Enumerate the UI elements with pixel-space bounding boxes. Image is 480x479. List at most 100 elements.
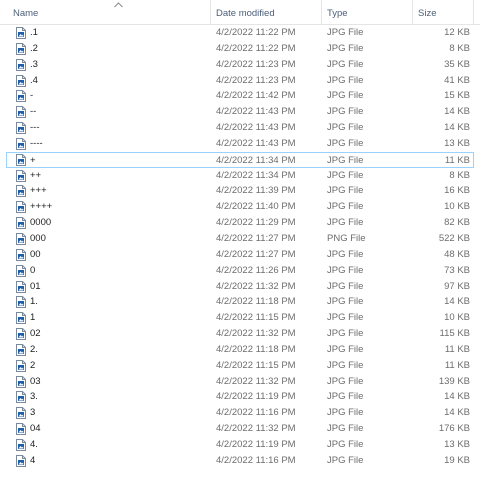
file-type: JPG File bbox=[327, 454, 364, 466]
file-type: JPG File bbox=[327, 185, 364, 197]
file-date-modified: 4/2/2022 11:19 PM bbox=[216, 438, 296, 450]
image-file-icon bbox=[16, 280, 26, 293]
file-name: .2 bbox=[30, 42, 38, 54]
file-type: JPG File bbox=[327, 42, 364, 54]
file-row[interactable]: .4 4/2/2022 11:23 PM JPG File 41 KB bbox=[0, 73, 480, 89]
column-header-name[interactable]: Name bbox=[8, 0, 210, 24]
file-row[interactable]: 4 4/2/2022 11:16 PM JPG File 19 KB bbox=[0, 453, 480, 469]
file-date-modified: 4/2/2022 11:29 PM bbox=[216, 217, 296, 229]
file-date-modified: 4/2/2022 11:40 PM bbox=[216, 201, 296, 213]
file-type: JPG File bbox=[327, 154, 364, 166]
file-row[interactable]: 0 4/2/2022 11:26 PM JPG File 73 KB bbox=[0, 263, 480, 279]
file-row[interactable]: 04 4/2/2022 11:32 PM JPG File 176 KB bbox=[0, 421, 480, 437]
file-type: JPG File bbox=[327, 27, 364, 38]
file-name: - bbox=[30, 90, 34, 102]
image-file-icon bbox=[16, 407, 26, 420]
file-size: 139 KB bbox=[438, 375, 470, 387]
file-type: JPG File bbox=[327, 217, 364, 229]
file-size: 19 KB bbox=[444, 454, 470, 466]
image-file-icon bbox=[16, 454, 26, 467]
file-size: 14 KB bbox=[444, 296, 470, 308]
file-size: 10 KB bbox=[444, 312, 470, 324]
file-type: JPG File bbox=[327, 438, 364, 450]
file-name: 0 bbox=[30, 264, 36, 276]
column-header-type[interactable]: Type bbox=[322, 0, 412, 24]
file-name: 4. bbox=[30, 438, 38, 450]
file-row[interactable]: ++++ 4/2/2022 11:40 PM JPG File 10 KB bbox=[0, 199, 480, 215]
file-date-modified: 4/2/2022 11:16 PM bbox=[216, 454, 296, 466]
file-row[interactable]: .2 4/2/2022 11:22 PM JPG File 8 KB bbox=[0, 41, 480, 57]
file-type: JPG File bbox=[327, 423, 364, 435]
file-date-modified: 4/2/2022 11:43 PM bbox=[216, 106, 296, 118]
file-name: .4 bbox=[30, 74, 38, 86]
image-file-icon bbox=[16, 423, 26, 436]
file-size: 13 KB bbox=[444, 438, 470, 450]
image-file-icon bbox=[16, 153, 26, 166]
column-header-size[interactable]: Size bbox=[413, 0, 473, 24]
image-file-icon bbox=[16, 27, 26, 39]
file-row[interactable]: - 4/2/2022 11:42 PM JPG File 15 KB bbox=[0, 88, 480, 104]
column-header-name-label: Name bbox=[13, 8, 39, 19]
image-file-icon bbox=[16, 74, 26, 87]
file-row[interactable]: 000 4/2/2022 11:27 PM PNG File 522 KB bbox=[0, 231, 480, 247]
file-name: .1 bbox=[30, 27, 38, 38]
file-size: 8 KB bbox=[449, 169, 470, 181]
file-date-modified: 4/2/2022 11:27 PM bbox=[216, 248, 296, 260]
file-type: JPG File bbox=[327, 280, 364, 292]
file-name: 01 bbox=[30, 280, 41, 292]
file-row[interactable]: 2 4/2/2022 11:15 PM JPG File 11 KB bbox=[0, 358, 480, 374]
file-row[interactable]: 3. 4/2/2022 11:19 PM JPG File 14 KB bbox=[0, 389, 480, 405]
file-size: 522 KB bbox=[438, 232, 470, 244]
file-size: 73 KB bbox=[444, 264, 470, 276]
file-row[interactable]: 4. 4/2/2022 11:19 PM JPG File 13 KB bbox=[0, 437, 480, 453]
file-row[interactable]: ---- 4/2/2022 11:43 PM JPG File 13 KB bbox=[0, 136, 480, 152]
file-row[interactable]: 0000 4/2/2022 11:29 PM JPG File 82 KB bbox=[0, 215, 480, 231]
file-name: 1 bbox=[30, 312, 36, 324]
file-size: 14 KB bbox=[444, 122, 470, 134]
file-row[interactable]: 03 4/2/2022 11:32 PM JPG File 139 KB bbox=[0, 374, 480, 390]
file-row[interactable]: 01 4/2/2022 11:32 PM JPG File 97 KB bbox=[0, 279, 480, 295]
file-row[interactable]: 00 4/2/2022 11:27 PM JPG File 48 KB bbox=[0, 247, 480, 263]
file-date-modified: 4/2/2022 11:23 PM bbox=[216, 58, 296, 70]
file-row[interactable]: 1. 4/2/2022 11:18 PM JPG File 14 KB bbox=[0, 294, 480, 310]
file-date-modified: 4/2/2022 11:34 PM bbox=[216, 154, 296, 166]
image-file-icon bbox=[16, 375, 26, 388]
column-header-date-modified[interactable]: Date modified bbox=[211, 0, 321, 24]
file-row[interactable]: +++ 4/2/2022 11:39 PM JPG File 16 KB bbox=[0, 183, 480, 199]
file-size: 11 KB bbox=[444, 343, 470, 355]
file-row[interactable]: 3 4/2/2022 11:16 PM JPG File 14 KB bbox=[0, 405, 480, 421]
file-row[interactable]: .1 4/2/2022 11:22 PM JPG File 12 KB bbox=[0, 25, 480, 41]
file-name: 03 bbox=[30, 375, 41, 387]
file-type: JPG File bbox=[327, 328, 364, 340]
image-file-icon bbox=[16, 90, 26, 103]
file-date-modified: 4/2/2022 11:19 PM bbox=[216, 391, 296, 403]
file-date-modified: 4/2/2022 11:43 PM bbox=[216, 122, 296, 134]
file-date-modified: 4/2/2022 11:32 PM bbox=[216, 375, 296, 387]
file-row[interactable]: 2. 4/2/2022 11:18 PM JPG File 11 KB bbox=[0, 342, 480, 358]
image-file-icon bbox=[16, 438, 26, 451]
file-date-modified: 4/2/2022 11:26 PM bbox=[216, 264, 296, 276]
file-type: JPG File bbox=[327, 248, 364, 260]
file-size: 11 KB bbox=[444, 154, 470, 166]
file-type: JPG File bbox=[327, 359, 364, 371]
file-row[interactable]: 1 4/2/2022 11:15 PM JPG File 10 KB bbox=[0, 310, 480, 326]
file-row[interactable]: 02 4/2/2022 11:32 PM JPG File 115 KB bbox=[0, 326, 480, 342]
column-divider[interactable] bbox=[473, 0, 474, 24]
file-row[interactable]: -- 4/2/2022 11:43 PM JPG File 14 KB bbox=[0, 104, 480, 120]
file-size: 115 KB bbox=[439, 328, 470, 340]
file-type: JPG File bbox=[327, 58, 364, 70]
image-file-icon bbox=[16, 217, 26, 230]
file-date-modified: 4/2/2022 11:42 PM bbox=[216, 90, 296, 102]
file-row[interactable]: +4/2/2022 11:34 PM JPG File 11 KB bbox=[6, 151, 474, 168]
file-size: 41 KB bbox=[444, 74, 470, 86]
file-date-modified: 4/2/2022 11:23 PM bbox=[216, 74, 296, 86]
file-row[interactable]: ++ 4/2/2022 11:34 PM JPG File 8 KB bbox=[0, 168, 480, 184]
file-name: + bbox=[30, 154, 36, 166]
file-row[interactable]: .3 4/2/2022 11:23 PM JPG File 35 KB bbox=[0, 57, 480, 73]
file-size: 97 KB bbox=[444, 280, 470, 292]
image-file-icon bbox=[16, 264, 26, 277]
file-name: 04 bbox=[30, 423, 41, 435]
file-date-modified: 4/2/2022 11:22 PM bbox=[216, 27, 296, 38]
file-row[interactable]: --- 4/2/2022 11:43 PM JPG File 14 KB bbox=[0, 120, 480, 136]
file-type: PNG File bbox=[327, 232, 366, 244]
